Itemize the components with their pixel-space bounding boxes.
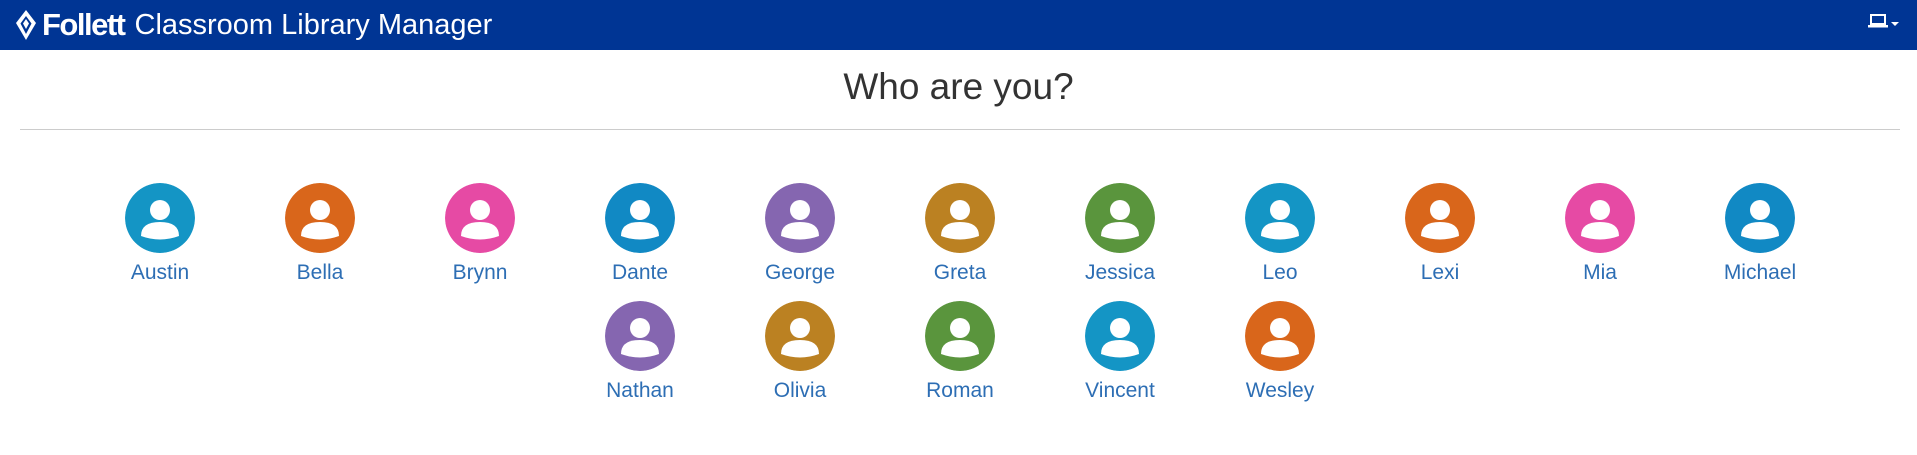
user-tile-george[interactable]: George	[720, 183, 880, 286]
user-list: Austin Bella Brynn Dante George Greta Jessica L…	[80, 183, 1840, 404]
user-avatar-icon	[1085, 301, 1155, 371]
user-avatar-icon	[925, 301, 995, 371]
user-avatar-icon	[1245, 183, 1315, 253]
user-name-label: Dante	[611, 261, 669, 284]
user-tile-wesley[interactable]: Wesley	[1200, 301, 1360, 404]
user-tile-bella[interactable]: Bella	[240, 183, 400, 286]
follett-logo-icon	[14, 9, 40, 41]
user-name-label: Bella	[296, 261, 344, 284]
user-avatar-icon	[605, 301, 675, 371]
user-name-label: Leo	[1262, 261, 1298, 284]
user-tile-jessica[interactable]: Jessica	[1040, 183, 1200, 286]
user-name-label: Nathan	[606, 379, 674, 402]
user-tile-michael[interactable]: Michael	[1680, 183, 1840, 286]
user-avatar-icon	[285, 183, 355, 253]
user-tile-leo[interactable]: Leo	[1200, 183, 1360, 286]
user-tile-austin[interactable]: Austin	[80, 183, 240, 286]
user-tile-greta[interactable]: Greta	[880, 183, 1040, 286]
user-name-label: Michael	[1723, 261, 1797, 284]
user-tile-lexi[interactable]: Lexi	[1360, 183, 1520, 286]
app-title: Classroom Library Manager	[134, 9, 493, 41]
user-avatar-icon	[925, 183, 995, 253]
divider	[20, 129, 1900, 130]
user-name-label: Roman	[926, 379, 994, 402]
user-tile-mia[interactable]: Mia	[1520, 183, 1680, 286]
user-avatar-icon	[1565, 183, 1635, 253]
user-name-label: Greta	[933, 261, 987, 284]
chevron-down-icon	[1891, 21, 1899, 26]
user-avatar-icon	[765, 301, 835, 371]
user-avatar-icon	[1725, 183, 1795, 253]
user-name-label: George	[764, 261, 836, 284]
user-avatar-icon	[125, 183, 195, 253]
user-tile-nathan[interactable]: Nathan	[560, 301, 720, 404]
brand-name: Follett	[42, 7, 126, 42]
user-name-label: Mia	[1583, 261, 1617, 284]
user-avatar-icon	[445, 183, 515, 253]
user-tile-vincent[interactable]: Vincent	[1040, 301, 1200, 404]
top-navigation-bar: Follett Classroom Library Manager	[0, 0, 1917, 50]
user-tile-brynn[interactable]: Brynn	[400, 183, 560, 286]
page-title: Who are you?	[843, 66, 1074, 107]
user-avatar-icon	[605, 183, 675, 253]
user-tile-dante[interactable]: Dante	[560, 183, 720, 286]
user-tile-olivia[interactable]: Olivia	[720, 301, 880, 404]
user-avatar-icon	[1405, 183, 1475, 253]
user-name-label: Wesley	[1245, 379, 1315, 402]
laptop-icon	[1868, 13, 1888, 34]
user-name-label: Austin	[130, 261, 190, 284]
user-name-label: Olivia	[773, 379, 827, 402]
user-name-label: Vincent	[1085, 379, 1155, 402]
user-avatar-icon	[765, 183, 835, 253]
user-avatar-icon	[1085, 183, 1155, 253]
user-name-label: Brynn	[452, 261, 508, 284]
user-name-label: Jessica	[1084, 261, 1156, 284]
device-menu-button[interactable]	[1868, 13, 1899, 34]
user-avatar-icon	[1245, 301, 1315, 371]
user-name-label: Lexi	[1420, 261, 1460, 284]
user-tile-roman[interactable]: Roman	[880, 301, 1040, 404]
